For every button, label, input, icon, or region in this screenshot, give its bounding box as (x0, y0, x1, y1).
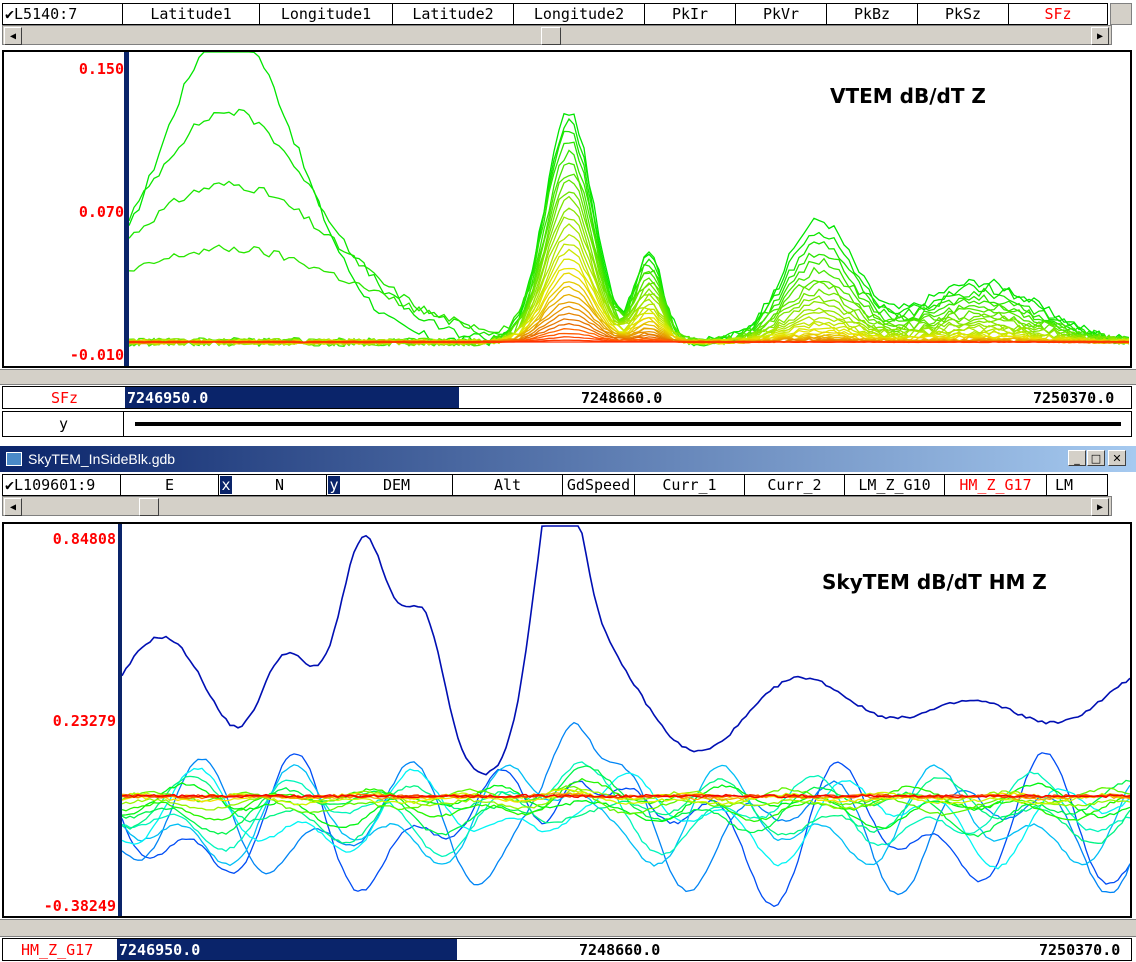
window-title: SkyTEM_InSideBlk.gdb (28, 451, 176, 467)
top-col-longitude1[interactable]: Longitude1 (260, 4, 393, 24)
bottom-col-x[interactable]: x (219, 475, 233, 495)
top-col-longitude2[interactable]: Longitude2 (514, 4, 645, 24)
col-label: LM_Z_G10 (858, 476, 931, 494)
top-line-selector[interactable]: ✔ L5140:7 (3, 4, 123, 24)
col-label: PkVr (762, 5, 800, 23)
top-col-pksz[interactable]: PkSz (918, 4, 1009, 24)
bottom-x-axis-bar: HM_Z_G17 7246950.0 7248660.0 7250370.0 (2, 938, 1132, 961)
col-label: N (274, 476, 285, 494)
close-icon[interactable]: ✕ (1108, 450, 1126, 466)
col-label: HM_Z_G17 (959, 476, 1032, 494)
col-label: Curr_2 (767, 476, 822, 494)
top-xtick-mid: 7248660.0 (581, 389, 663, 407)
bottom-col-alt[interactable]: Alt (453, 475, 563, 495)
bottom-col-y[interactable]: y (327, 475, 341, 495)
top-col-latitude2[interactable]: Latitude2 (393, 4, 514, 24)
top-profile-line (129, 243, 1129, 346)
arrow-right-icon[interactable]: ▶ (1091, 27, 1109, 45)
bottom-xtick-left: 7246950.0 (119, 941, 201, 959)
top-col-pkir[interactable]: PkIr (645, 4, 736, 24)
bottom-profile-lines (122, 525, 1130, 908)
top-ytick-min: -0.010 (69, 346, 124, 364)
col-label: PkIr (671, 5, 709, 23)
top-xtick-left: 7246950.0 (127, 389, 209, 407)
checkmark-icon: ✔ (5, 476, 15, 494)
bottom-col-curr2[interactable]: Curr_2 (745, 475, 845, 495)
col-label: y (328, 476, 340, 494)
top-ytick-mid: 0.070 (78, 203, 124, 221)
bottom-horizontal-scrollbar[interactable]: ◀ ▶ (2, 496, 1112, 516)
bottom-xtick-mid: 7248660.0 (579, 941, 661, 959)
top-y-channel: y (59, 415, 69, 433)
top-ytick-max: 0.150 (78, 60, 124, 78)
bottom-col-gdspeed[interactable]: GdSpeed (563, 475, 635, 495)
col-label: PkBz (853, 5, 891, 23)
bottom-xtick-right: 7250370.0 (1039, 941, 1121, 959)
top-scroll-thumb[interactable] (541, 27, 561, 45)
top-x-channel: SFz (51, 389, 79, 407)
col-label: Latitude1 (150, 5, 232, 23)
checkmark-icon: ✔ (5, 5, 15, 23)
arrow-left-icon[interactable]: ◀ (4, 498, 22, 516)
bottom-x-channel: HM_Z_G17 (21, 941, 94, 959)
bottom-col-lm[interactable]: LM (1047, 475, 1081, 495)
col-label: Latitude2 (412, 5, 494, 23)
top-y-channel-bar: y (2, 411, 1132, 437)
bottom-col-hm-z-g17[interactable]: HM_Z_G17 (945, 475, 1047, 495)
bottom-line-selector[interactable]: ✔ L109601:9 (3, 475, 121, 495)
top-line-label: L5140:7 (14, 5, 78, 23)
col-label: PkSz (944, 5, 982, 23)
bottom-line-label: L109601:9 (14, 476, 96, 494)
top-col-sfz[interactable]: SFz (1009, 4, 1107, 24)
col-label: Alt (493, 476, 522, 494)
window-title-bar[interactable]: SkyTEM_InSideBlk.gdb _ □ ✕ (0, 446, 1136, 472)
arrow-left-icon[interactable]: ◀ (4, 27, 22, 45)
bottom-profile-line (122, 775, 1130, 844)
top-horizontal-scrollbar[interactable]: ◀ ▶ (2, 25, 1112, 45)
bottom-ytick-max: 0.84808 (52, 530, 116, 548)
top-xtick-right: 7250370.0 (1033, 389, 1115, 407)
top-y-track (135, 422, 1121, 426)
top-channel-header: ✔ L5140:7 Latitude1 Longitude1 Latitude2… (2, 3, 1108, 25)
bottom-ytick-min: -0.38249 (43, 897, 116, 915)
bottom-profile-line (122, 767, 1130, 870)
col-label: SFz (1044, 5, 1072, 23)
maximize-icon[interactable]: □ (1087, 450, 1105, 466)
col-label: DEM (382, 476, 411, 494)
bottom-scroll-thumb[interactable] (139, 498, 159, 516)
bottom-col-dem[interactable]: DEM (341, 475, 453, 495)
arrow-right-icon[interactable]: ▶ (1091, 498, 1109, 516)
top-x-axis-bar: SFz 7246950.0 7248660.0 7250370.0 (2, 386, 1132, 409)
database-icon (6, 452, 22, 466)
bottom-ytick-mid: 0.23279 (52, 712, 116, 730)
top-col-pkvr[interactable]: PkVr (736, 4, 827, 24)
top-y-channel-divider (123, 412, 124, 436)
col-label: LM (1054, 476, 1074, 494)
bottom-profile-line (122, 525, 1130, 776)
top-col-latitude1[interactable]: Latitude1 (123, 4, 260, 24)
col-label: Curr_1 (662, 476, 717, 494)
bottom-channel-header: ✔ L109601:9 E x N y DEM Alt GdSpeed Curr… (2, 474, 1108, 496)
top-splitter[interactable] (0, 369, 1136, 385)
col-label: Longitude1 (280, 5, 372, 23)
bottom-col-n[interactable]: N (233, 475, 327, 495)
col-label: x (220, 476, 232, 494)
col-label: Longitude2 (533, 5, 625, 23)
top-vertical-spinner[interactable] (1110, 3, 1132, 25)
bottom-splitter[interactable] (0, 919, 1136, 937)
col-label: E (164, 476, 175, 494)
bottom-col-lm-z-g10[interactable]: LM_Z_G10 (845, 475, 945, 495)
bottom-plot (122, 525, 1130, 908)
bottom-col-curr1[interactable]: Curr_1 (635, 475, 745, 495)
col-label: GdSpeed (566, 476, 631, 494)
minimize-icon[interactable]: _ (1068, 450, 1086, 466)
bottom-col-e[interactable]: E (121, 475, 219, 495)
top-plot (129, 52, 1129, 348)
top-col-pkbz[interactable]: PkBz (827, 4, 918, 24)
top-profile-lines (129, 52, 1129, 348)
